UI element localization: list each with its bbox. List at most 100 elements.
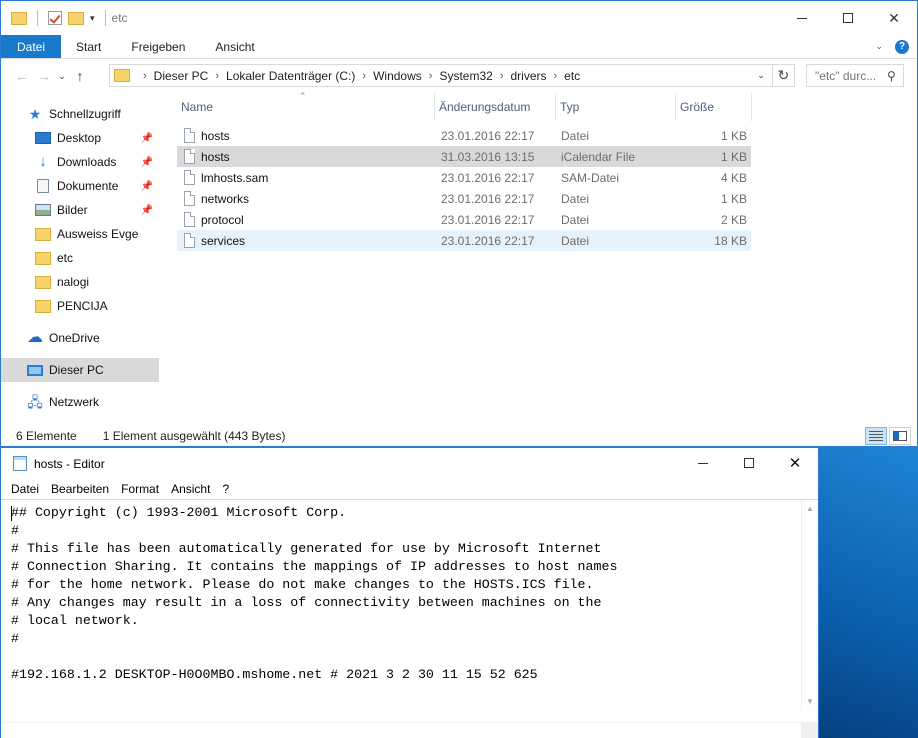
nav-item-onedrive[interactable]: ☁ OneDrive: [27, 326, 159, 350]
minimize-button[interactable]: [680, 448, 726, 478]
properties-icon[interactable]: [48, 11, 62, 25]
file-name: lmhosts.sam: [201, 170, 269, 185]
nav-item-documents[interactable]: Dokumente 📌: [35, 174, 159, 198]
search-icon: ⚲: [887, 68, 896, 83]
file-row[interactable]: networks 23.01.2016 22:17 Datei 1 KB: [177, 188, 751, 209]
text-editor-area[interactable]: ## Copyright (c) 1993-2001 Microsoft Cor…: [1, 499, 818, 738]
chevron-right-icon[interactable]: ›: [215, 70, 219, 82]
nav-item-pencija[interactable]: PENCIJA: [35, 294, 159, 318]
address-bar[interactable]: › Dieser PC › Lokaler Datenträger (C:) ›…: [109, 64, 773, 87]
nav-item-label: Desktop: [57, 131, 102, 145]
tab-start[interactable]: Start: [61, 35, 116, 58]
file-row[interactable]: hosts 23.01.2016 22:17 Datei 1 KB: [177, 125, 751, 146]
pin-icon: 📌: [140, 204, 153, 216]
close-button[interactable]: ✕: [871, 1, 917, 35]
column-header-name[interactable]: Name: [177, 93, 435, 121]
text-caret: [11, 506, 12, 521]
chevron-right-icon[interactable]: ›: [429, 70, 433, 82]
maximize-button[interactable]: [825, 1, 871, 35]
file-row[interactable]: hosts 31.03.2016 13:15 iCalendar File 1 …: [177, 146, 751, 167]
nav-item-pictures[interactable]: Bilder 📌: [35, 198, 159, 222]
qat-dropdown-icon[interactable]: ▾: [90, 13, 95, 24]
recent-locations-dropdown[interactable]: ⌄: [55, 71, 69, 82]
chevron-right-icon[interactable]: ›: [362, 70, 366, 82]
search-input[interactable]: [815, 68, 885, 83]
close-icon: ✕: [888, 9, 900, 26]
file-type: Datei: [561, 233, 590, 248]
file-row[interactable]: protocol 23.01.2016 22:17 Datei 2 KB: [177, 209, 751, 230]
breadcrumb-item[interactable]: Lokaler Datenträger (C:): [226, 69, 355, 83]
nav-item-label: PENCIJA: [57, 299, 108, 313]
breadcrumb-item[interactable]: System32: [439, 69, 492, 83]
nav-item-quick-access[interactable]: ★ Schnellzugriff: [27, 102, 159, 126]
pc-icon: [27, 364, 43, 376]
back-button[interactable]: ←: [11, 68, 33, 84]
breadcrumb-item[interactable]: Dieser PC: [154, 69, 209, 83]
chevron-down-icon[interactable]: ⌄: [875, 41, 883, 52]
breadcrumb-item[interactable]: Windows: [373, 69, 422, 83]
qat-separator: [37, 10, 38, 26]
file-date: 23.01.2016 22:17: [441, 233, 535, 248]
forward-button[interactable]: →: [33, 68, 55, 84]
file-size: 2 KB: [720, 212, 747, 227]
nav-item-nalogi[interactable]: nalogi: [35, 270, 159, 294]
menu-edit[interactable]: Bearbeiten: [46, 482, 114, 496]
pin-icon: 📌: [140, 180, 153, 192]
pictures-icon: [35, 204, 51, 216]
details-view-button[interactable]: [865, 427, 887, 445]
tab-view[interactable]: Ansicht: [200, 35, 269, 58]
notepad-window: hosts - Editor ✕ Datei Bearbeiten Format…: [0, 447, 819, 738]
menu-help[interactable]: ?: [217, 482, 234, 496]
up-button[interactable]: ↑: [69, 68, 91, 84]
chevron-right-icon[interactable]: ›: [500, 70, 504, 82]
column-header-size[interactable]: Größe: [676, 93, 752, 121]
menu-view[interactable]: Ansicht: [166, 482, 215, 496]
scroll-up-icon[interactable]: ▲: [802, 500, 818, 517]
minimize-button[interactable]: [779, 1, 825, 35]
help-icon[interactable]: ?: [895, 39, 909, 54]
menu-file[interactable]: Datei: [6, 482, 44, 496]
network-icon: 🖧: [27, 394, 43, 410]
chevron-right-icon[interactable]: ›: [143, 70, 147, 82]
nav-item-ausweiss-evge[interactable]: Ausweiss Evge: [35, 222, 159, 246]
folder-icon[interactable]: [11, 11, 27, 25]
view-buttons: [865, 427, 911, 445]
scroll-down-icon[interactable]: ▼: [802, 693, 818, 710]
notepad-icon[interactable]: [13, 456, 27, 471]
desktop-wallpaper-streak: [818, 440, 918, 738]
file-row[interactable]: services 23.01.2016 22:17 Datei 18 KB: [177, 230, 751, 251]
download-icon: ↓: [39, 153, 47, 170]
navigation-bar: ← → ⌄ ↑ › Dieser PC › Lokaler Datenträge…: [1, 59, 917, 93]
nav-item-this-pc[interactable]: Dieser PC: [1, 358, 159, 382]
nav-item-label: OneDrive: [49, 331, 100, 345]
refresh-button[interactable]: ↻: [773, 64, 795, 87]
nav-item-network[interactable]: 🖧 Netzwerk: [27, 390, 159, 414]
file-date: 23.01.2016 22:17: [441, 212, 535, 227]
column-header-type[interactable]: Typ: [556, 93, 676, 121]
nav-item-etc[interactable]: etc: [35, 246, 159, 270]
tiles-view-button[interactable]: [889, 427, 911, 445]
file-row[interactable]: lmhosts.sam 23.01.2016 22:17 SAM-Datei 4…: [177, 167, 751, 188]
file-type: Datei: [561, 128, 590, 143]
new-folder-icon[interactable]: [68, 11, 84, 25]
folder-icon: [35, 227, 51, 241]
search-box[interactable]: ⚲: [806, 64, 904, 87]
tab-share[interactable]: Freigeben: [116, 35, 200, 58]
window-title: hosts - Editor: [34, 456, 105, 471]
file-size: 4 KB: [720, 170, 747, 185]
file-icon: [184, 128, 195, 143]
nav-item-downloads[interactable]: ↓ Downloads 📌: [35, 150, 159, 174]
breadcrumb-item[interactable]: drivers: [510, 69, 546, 83]
menu-format[interactable]: Format: [116, 482, 164, 496]
close-button[interactable]: ✕: [772, 448, 818, 478]
vertical-scrollbar[interactable]: ▲ ▼: [801, 500, 818, 710]
editor-content[interactable]: ## Copyright (c) 1993-2001 Microsoft Cor…: [11, 504, 791, 684]
chevron-right-icon[interactable]: ›: [554, 70, 558, 82]
address-dropdown-icon[interactable]: ⌄: [750, 70, 772, 81]
tab-file[interactable]: Datei: [1, 35, 62, 58]
breadcrumb-item[interactable]: etc: [564, 69, 580, 83]
column-header-date[interactable]: Änderungsdatum: [435, 93, 556, 121]
nav-item-desktop[interactable]: Desktop 📌: [35, 126, 159, 150]
horizontal-scrollbar[interactable]: [1, 722, 801, 738]
maximize-button[interactable]: [726, 448, 772, 478]
